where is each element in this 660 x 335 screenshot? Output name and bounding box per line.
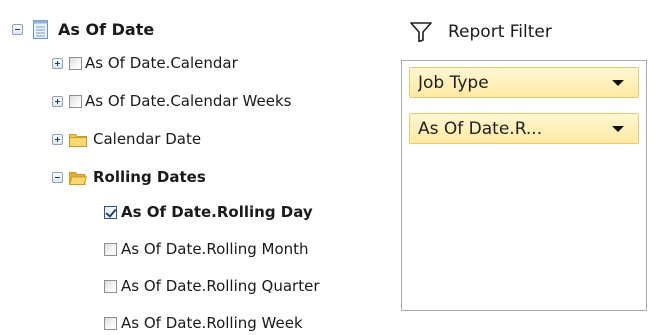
tree-node-calendar[interactable]: As Of Date.Calendar (52, 54, 238, 72)
folder-icon (69, 133, 87, 147)
dropdown-arrow-icon[interactable] (612, 79, 624, 86)
tree-node-as-of-date[interactable]: As Of Date (12, 20, 154, 39)
field-label: As Of Date.Rolling Day (121, 203, 313, 221)
tree-node-calendar-date[interactable]: Calendar Date (52, 130, 201, 148)
tree-node-rolling-dates[interactable]: Rolling Dates (52, 168, 206, 186)
field-label: As Of Date.Rolling Month (121, 240, 309, 258)
tree-node-label: As Of Date.Calendar (85, 54, 238, 72)
filter-field-label: As Of Date.R... (418, 118, 543, 139)
field-checkbox[interactable] (104, 316, 117, 330)
field-rolling-week[interactable]: As Of Date.Rolling Week (104, 314, 303, 332)
filter-field-as-of-date[interactable]: As Of Date.R... (409, 113, 639, 144)
collapse-icon[interactable] (12, 24, 23, 35)
field-rolling-day[interactable]: As Of Date.Rolling Day (104, 203, 313, 221)
dropdown-arrow-icon[interactable] (612, 125, 624, 132)
expand-icon[interactable] (52, 57, 63, 69)
tree-node-label: Rolling Dates (93, 168, 206, 186)
field-checkbox[interactable] (104, 279, 117, 293)
field-rolling-quarter[interactable]: As Of Date.Rolling Quarter (104, 277, 320, 295)
dimension-table-icon (33, 20, 48, 39)
tree-node-label: As Of Date.Calendar Weeks (85, 92, 292, 110)
report-filter-area[interactable]: Job Type As Of Date.R... (401, 60, 647, 311)
tree-node-calendar-weeks[interactable]: As Of Date.Calendar Weeks (52, 92, 291, 110)
field-checkbox[interactable] (69, 94, 82, 108)
filter-field-job-type[interactable]: Job Type (409, 67, 639, 98)
field-checkbox[interactable] (104, 205, 117, 219)
expand-icon[interactable] (52, 95, 63, 107)
tree-node-label: As Of Date (58, 20, 155, 39)
field-rolling-month[interactable]: As Of Date.Rolling Month (104, 240, 309, 258)
report-filter-title: Report Filter (448, 22, 552, 42)
tree-node-label: Calendar Date (93, 130, 202, 148)
filter-field-label: Job Type (418, 72, 489, 93)
expand-icon[interactable] (52, 133, 63, 145)
open-folder-icon (69, 171, 87, 185)
field-label: As Of Date.Rolling Quarter (121, 277, 320, 295)
field-checkbox[interactable] (104, 242, 117, 256)
filter-icon (410, 22, 432, 42)
field-checkbox[interactable] (69, 56, 82, 70)
field-label: As Of Date.Rolling Week (121, 314, 303, 332)
collapse-icon[interactable] (52, 171, 63, 183)
report-filter-header: Report Filter (410, 22, 552, 42)
